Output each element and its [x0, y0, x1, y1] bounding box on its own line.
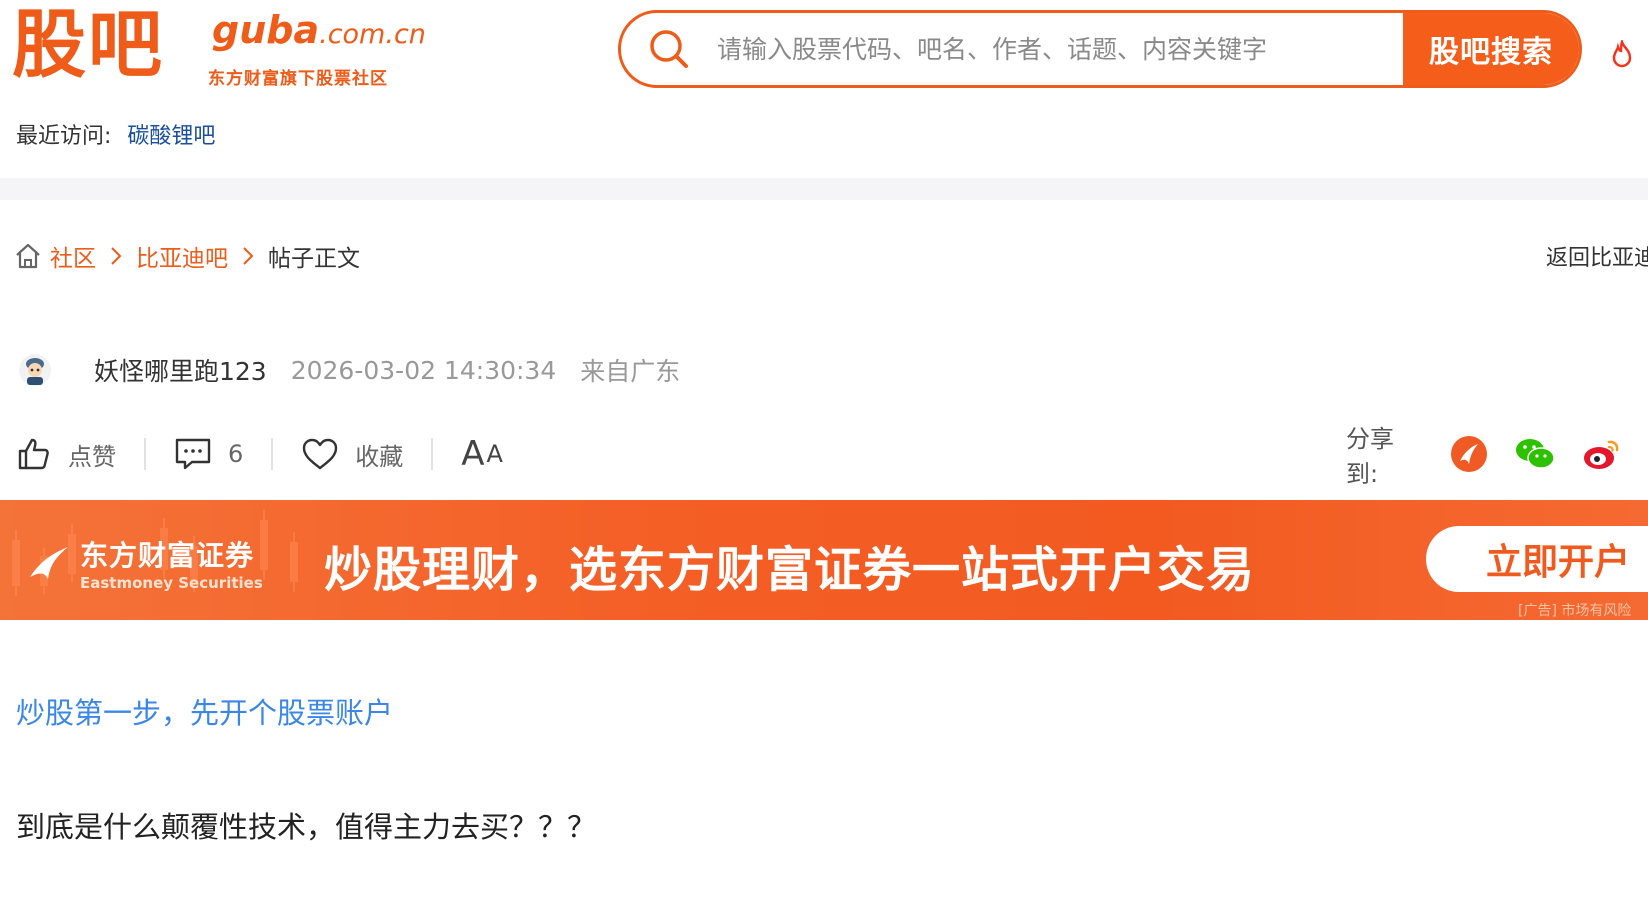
chevron-right-icon — [110, 246, 122, 266]
open-account-button[interactable]: 立即开户 — [1426, 526, 1648, 592]
search-icon — [621, 13, 717, 85]
post-content: 到底是什么颠覆性技术，值得主力去买？？？ — [16, 810, 597, 844]
post-author-row: 妖怪哪里跑123 2026-03-02 14:30:34 来自广东 — [18, 352, 680, 388]
action-divider — [144, 438, 146, 470]
search-input[interactable] — [717, 13, 1403, 85]
logo-brand-text: guba — [212, 8, 320, 52]
author-name[interactable]: 妖怪哪里跑123 — [94, 352, 267, 388]
banner-slogan: 炒股理财，选东方财富证券一站式开户交易 — [324, 542, 1256, 598]
ad-banner[interactable]: 东方财富证券 Eastmoney Securities 炒股理财，选东方财富证券… — [0, 500, 1648, 620]
logo-guba-cn[interactable]: 股吧 — [12, 2, 164, 88]
recent-label: 最近访问: — [16, 124, 112, 149]
open-account-promo-link[interactable]: 炒股第一步，先开个股票账户 — [16, 690, 393, 732]
eastmoney-securities-logo: 东方财富证券 Eastmoney Securities — [26, 534, 263, 592]
comment-button[interactable]: 6 — [174, 437, 243, 471]
post-time: 2026-03-02 14:30:34 — [290, 355, 557, 385]
post-location: 来自广东 — [580, 357, 681, 386]
post-actions: 点赞 6 收藏 AA — [16, 432, 503, 476]
comment-count: 6 — [228, 440, 244, 468]
home-icon[interactable] — [14, 242, 42, 270]
share-label: 分享到: — [1346, 425, 1394, 488]
breadcrumb-byd-bar[interactable]: 比亚迪吧 — [136, 239, 228, 273]
font-size-large: A — [461, 434, 485, 474]
site-header: 股吧 guba.com.cn 东方财富旗下股票社区 股吧搜索 最近访问: 碳酸锂吧 — [0, 0, 1648, 149]
comment-icon — [174, 437, 212, 471]
heart-icon — [301, 437, 339, 471]
breadcrumb-community[interactable]: 社区 — [50, 239, 96, 273]
thumbs-up-icon — [16, 436, 52, 472]
avatar[interactable] — [18, 353, 52, 387]
wechat-icon[interactable] — [1514, 436, 1556, 472]
font-size-small: A — [486, 440, 503, 468]
eastmoney-logo-icon — [26, 543, 72, 583]
weibo-icon[interactable] — [1582, 436, 1622, 472]
favorite-button[interactable]: 收藏 — [301, 437, 403, 472]
action-divider — [431, 438, 434, 470]
eastmoney-share-icon[interactable] — [1450, 435, 1488, 473]
like-label: 点赞 — [68, 442, 116, 471]
logo-guba-en[interactable]: guba.com.cn — [212, 8, 426, 52]
logo-subtitle: 东方财富旗下股票社区 — [208, 69, 388, 89]
section-divider — [0, 178, 1648, 200]
search-button[interactable]: 股吧搜索 — [1403, 13, 1579, 85]
banner-brand-name: 东方财富证券 — [80, 539, 255, 572]
like-button[interactable]: 点赞 — [16, 436, 116, 472]
fire-icon[interactable] — [1610, 38, 1634, 72]
banner-brand-en: Eastmoney Securities — [80, 574, 263, 592]
search-bar: 股吧搜索 — [618, 10, 1582, 88]
action-divider — [271, 438, 274, 470]
recent-link[interactable]: 碳酸锂吧 — [127, 124, 215, 149]
share-bar: 分享到: — [1346, 425, 1648, 488]
chevron-right-icon — [242, 246, 254, 266]
back-to-bar-link[interactable]: 返回比亚迪 — [1546, 240, 1648, 272]
ad-risk-notice: [广告] 市场有风险 — [1518, 603, 1632, 619]
recent-visits: 最近访问: 碳酸锂吧 — [16, 118, 215, 150]
logo-domain-text: .com.cn — [319, 19, 426, 50]
favorite-label: 收藏 — [355, 442, 404, 471]
breadcrumb-current: 帖子正文 — [268, 246, 360, 272]
font-size-toggle[interactable]: AA — [461, 434, 503, 474]
breadcrumb: 社区 比亚迪吧 帖子正文 — [14, 238, 360, 274]
